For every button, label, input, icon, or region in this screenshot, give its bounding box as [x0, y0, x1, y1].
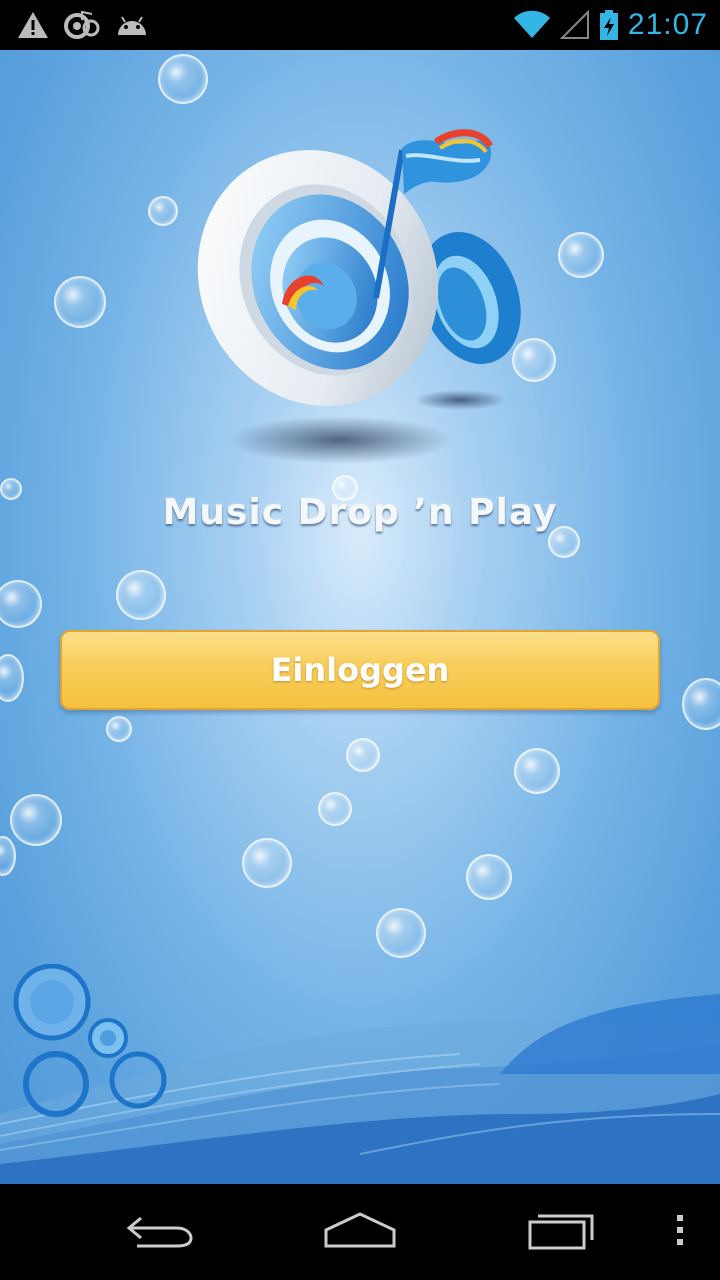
- status-bar-notifications: [16, 0, 150, 50]
- bubble-decoration: [54, 276, 106, 328]
- bubble-decoration: [148, 196, 178, 226]
- bubble-decoration: [558, 232, 604, 278]
- app-name: Music Drop ’n Play: [162, 492, 558, 533]
- cell-signal-icon: [559, 10, 590, 40]
- bubble-decoration: [106, 716, 132, 742]
- back-button[interactable]: [110, 1202, 210, 1262]
- bubble-decoration: [242, 838, 292, 888]
- bubble-decoration: [10, 794, 62, 846]
- bubble-decoration: [0, 580, 42, 628]
- bubble-decoration: [466, 854, 512, 900]
- battery-charging-icon: [598, 9, 620, 41]
- home-icon: [322, 1210, 398, 1254]
- android-icon: [114, 11, 150, 39]
- bubble-decoration: [346, 738, 380, 772]
- home-button[interactable]: [310, 1202, 410, 1262]
- navigation-bar: [0, 1184, 720, 1280]
- login-button[interactable]: Einloggen: [60, 630, 660, 710]
- back-icon: [125, 1210, 195, 1254]
- wifi-icon: [512, 10, 552, 40]
- bubble-decoration: [682, 678, 720, 730]
- bubble-decoration: [318, 792, 352, 826]
- status-bar: 21:07: [0, 0, 720, 50]
- bubble-decoration: [0, 654, 24, 702]
- overflow-menu-button[interactable]: [630, 1202, 720, 1262]
- bubble-decoration: [116, 570, 166, 620]
- wave-decoration: [0, 964, 720, 1184]
- bubble-decoration: [0, 836, 16, 876]
- login-button-label: Einloggen: [270, 651, 450, 689]
- bubble-decoration: [514, 748, 560, 794]
- overflow-menu-icon: [675, 1213, 685, 1251]
- app-notification-icon: [64, 10, 100, 40]
- app-logo: [190, 90, 530, 510]
- login-screen: Music Drop ’n Play Einloggen: [0, 50, 720, 1184]
- bubble-decoration: [376, 908, 426, 958]
- warning-icon: [16, 10, 50, 40]
- recent-apps-icon: [526, 1210, 598, 1254]
- recent-apps-button[interactable]: [512, 1202, 612, 1262]
- status-bar-system: 21:07: [512, 0, 708, 50]
- clock: 21:07: [627, 8, 708, 41]
